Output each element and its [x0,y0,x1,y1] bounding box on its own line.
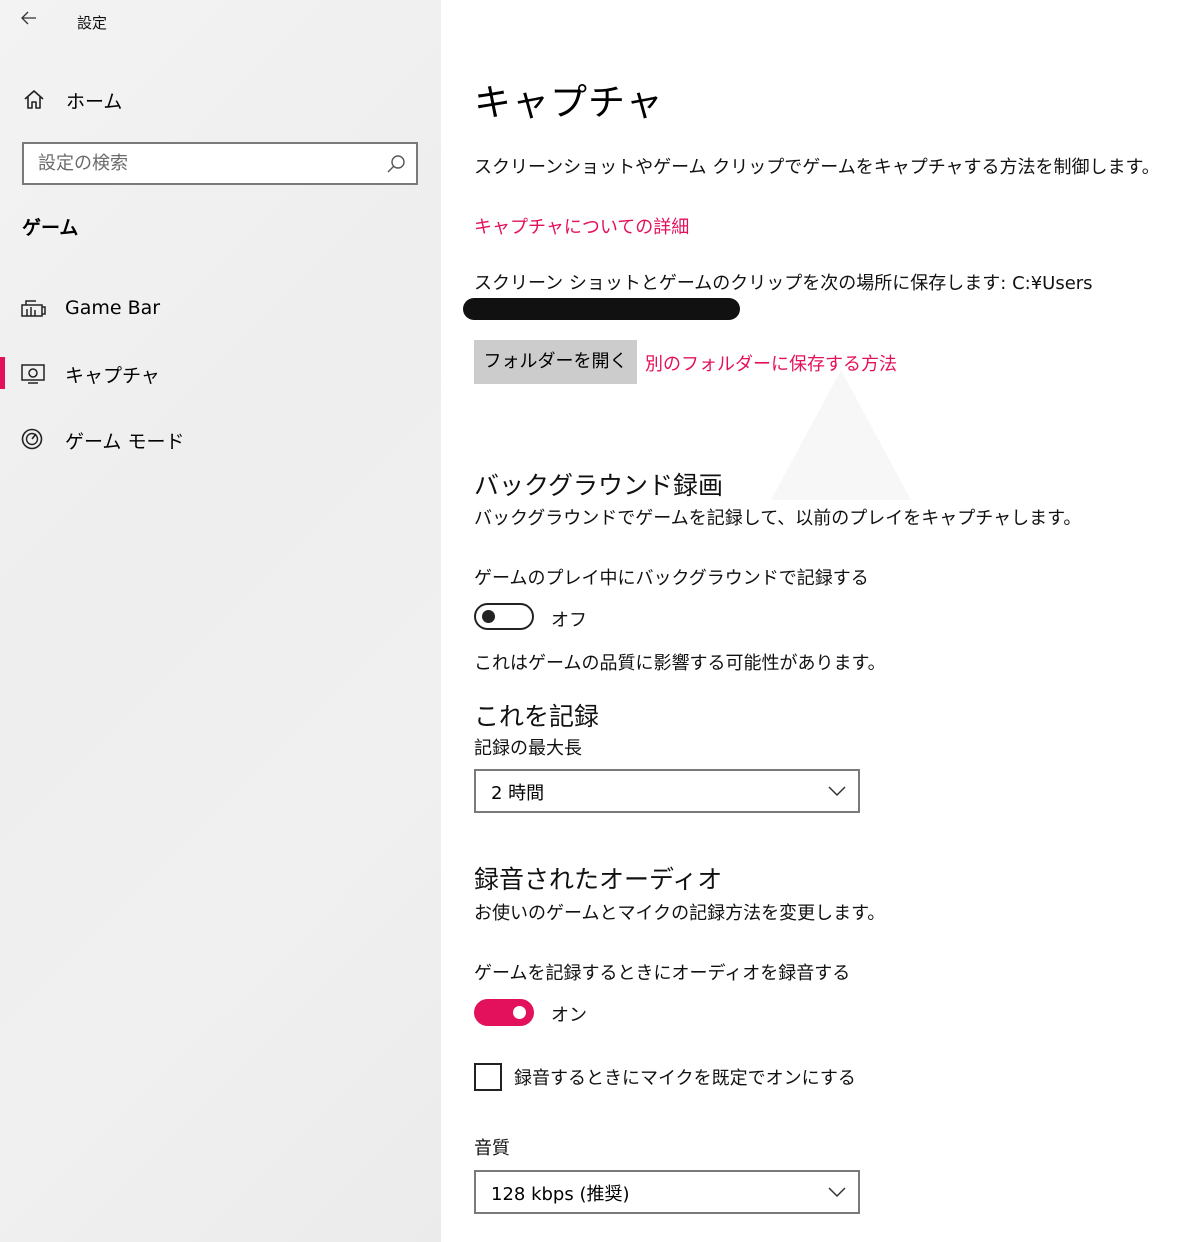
sidebar-item-label: キャプチャ [65,365,160,387]
search-input[interactable] [38,149,378,177]
sidebar-item-label: ホーム [66,91,123,113]
window-title: 設定 [77,14,108,32]
max-length-dropdown[interactable]: 2 時間 [474,769,860,813]
other-folder-link[interactable]: 別のフォルダーに保存する方法 [645,350,897,376]
mic-default-label: 録音するときにマイクを既定でオンにする [514,1068,856,1089]
search-icon[interactable] [386,154,406,174]
game-bar-icon [21,300,46,317]
open-folder-button[interactable]: フォルダーを開く [474,340,637,384]
home-icon [24,90,44,109]
mic-default-checkbox[interactable] [474,1063,502,1091]
chevron-down-icon [828,1187,846,1198]
dropdown-value: 2 時間 [491,783,545,804]
toggle-knob [482,610,495,623]
sidebar-item-home[interactable]: ホーム [0,82,441,118]
sidebar-item-game-bar[interactable]: Game Bar [0,287,441,331]
quality-impact-note: これはゲームの品質に影響する可能性があります。 [474,653,886,674]
background-recording-description: バックグラウンドでゲームを記録して、以前のプレイをキャプチャします。 [474,508,1082,529]
chevron-down-icon [828,786,846,797]
dropdown-value: 128 kbps (推奨) [491,1184,630,1205]
section-heading-game: ゲーム [22,217,79,239]
recorded-audio-description: お使いのゲームとマイクの記録方法を変更します。 [474,903,886,924]
audio-quality-dropdown[interactable]: 128 kbps (推奨) [474,1170,860,1214]
record-this-heading: これを記録 [474,702,600,731]
game-mode-icon [21,428,43,450]
active-indicator [0,357,5,389]
max-length-label: 記録の最大長 [474,738,582,759]
page-title: キャプチャ [474,81,664,124]
sidebar: 設定 ホーム ゲーム Game Bar キャプチャ [0,0,441,1242]
background-toggle-label: ゲームのプレイ中にバックグラウンドで記録する [474,568,869,589]
sidebar-item-game-mode[interactable]: ゲーム モード [0,417,441,461]
search-box[interactable] [22,142,418,185]
toggle-knob [513,1006,526,1019]
record-audio-toggle[interactable] [474,999,534,1026]
sidebar-item-label: ゲーム モード [65,431,185,453]
page-description: スクリーンショットやゲーム クリップでゲームをキャプチャする方法を制御します。 [474,157,1160,178]
redacted-path [463,298,740,320]
capture-details-link[interactable]: キャプチャについての詳細 [474,213,689,239]
background-recording-heading: バックグラウンド録画 [474,471,724,500]
audio-toggle-label: ゲームを記録するときにオーディオを録音する [474,963,851,984]
save-location-text: スクリーン ショットとゲームのクリップを次の場所に保存します: C:¥Users [474,273,1093,294]
back-button[interactable] [14,4,44,32]
audio-quality-label: 音質 [474,1138,510,1159]
sidebar-item-label: Game Bar [65,297,161,319]
arrow-left-icon [21,11,36,25]
background-recording-toggle[interactable] [474,603,534,630]
background-toggle-state: オフ [551,610,587,631]
sidebar-item-capture[interactable]: キャプチャ [0,351,441,395]
audio-toggle-state: オン [551,1005,587,1026]
capture-icon [21,364,45,384]
main-content: キャプチャ スクリーンショットやゲーム クリップでゲームをキャプチャする方法を制… [441,0,1200,1242]
recorded-audio-heading: 録音されたオーディオ [474,865,723,894]
